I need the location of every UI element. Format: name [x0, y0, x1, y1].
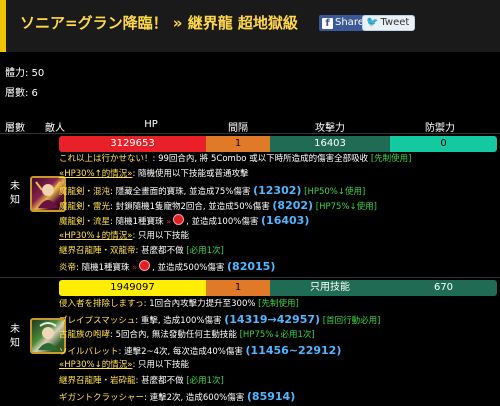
skill-text: : 99回合內, 將 5Combo 或以下時所造成的傷害全部吸收 — [152, 154, 371, 164]
skill-text: ギガントクラッシャー — [59, 392, 145, 403]
skill-line: ブレイブスマッシュ: 重擊, 造成100%傷害 (14319→42957) [首… — [59, 313, 380, 326]
enemy1-floor: 未 知 — [10, 181, 20, 206]
skill-text: : 5回合內, 無法發動任何主動技能 — [110, 329, 240, 340]
skill-text: , 並造成100%傷害 — [186, 217, 262, 228]
convert-arrow-icon: » — [132, 263, 138, 273]
skill-text: : 隨機1種寶珠 — [76, 263, 133, 274]
enemy2-hp: 1949097 — [59, 280, 206, 296]
skill-line: 侵入者を排除しますっ: 1回合內攻擊力提升至300% [先制使用] — [59, 298, 299, 311]
header-turn: 間隔 — [228, 123, 248, 134]
skill-text: : 重擊, 造成100%傷害 — [135, 316, 225, 327]
condition-tag: [必用1次] — [186, 375, 224, 386]
condition-tag: [必用1次] — [186, 245, 224, 256]
skill-line: 継界召龍陣・岩砕龍: 甚麼都不做 [必用1次] — [59, 375, 224, 388]
skill-text: : 只用以下技能 — [132, 230, 190, 241]
header-atk: 攻擊力 — [315, 123, 345, 134]
enemy2-atk: 只用技能 — [270, 280, 390, 296]
skill-text: : 連擊2次, 造成600%傷害 — [144, 392, 247, 403]
skill-text: «HP30%↓的情況» — [59, 360, 133, 371]
enemy2-floor: 未 知 — [10, 324, 20, 349]
skill-text: 魔龍剣・流星 — [59, 217, 111, 228]
enemy1-stats-bar: 3129653 1 16403 0 — [59, 136, 497, 152]
skill-text: : 隨機使用以下技能或普通攻擊 — [132, 169, 249, 180]
stamina-text: 體力: 50 — [5, 68, 45, 79]
skill-text: : 甚麼都不做 — [135, 245, 187, 256]
divider — [0, 133, 500, 134]
skill-line: «HP30%↓的情況»: 只用以下技能 — [59, 359, 189, 372]
skill-text: : 隨機1種寶珠 — [110, 217, 167, 228]
skill-text: ブレイブスマッシュ — [59, 316, 136, 327]
damage-value: (85914) — [246, 389, 296, 403]
condition-tag: [HP50%↓使用] — [301, 186, 366, 197]
skill-text: 古龍族の咆哮 — [59, 329, 111, 340]
skill-text: これ以上は行かせない！ — [59, 154, 153, 164]
tweet-button[interactable]: 🐦 Tweet — [362, 15, 416, 31]
damage-value: (12302) — [253, 183, 302, 197]
condition-tag: [HP75%↓必用1次] — [239, 329, 315, 340]
skill-line: 魔龍剣・雷光: 封鎖隨機1隻寵物2回合, 並造成50%傷害 (8202) [HP… — [59, 199, 377, 212]
condition-tag: [先制使用] — [258, 299, 299, 309]
damage-value: (16403) — [261, 214, 310, 228]
skill-text: ソイルバレット — [59, 346, 119, 357]
twitter-bird-icon: 🐦 — [366, 17, 379, 28]
skill-line: これ以上は行かせない！: 99回合內, 將 5Combo 或以下時所造成的傷害全… — [59, 153, 411, 166]
skill-line: 継界召龍陣・双龍帝: 甚麼都不做 [必用1次] — [59, 245, 224, 258]
facebook-share-button[interactable]: f Share — [319, 15, 368, 31]
condition-tag: [首回行動必用] — [320, 316, 381, 327]
damage-value: (11456~22912) — [245, 343, 342, 357]
skill-text: : 隱藏全畫面的寶珠, 並造成75%傷害 — [110, 186, 254, 197]
skill-line: 魔龍剣・流星: 隨機1種寶珠 » , 並造成100%傷害 (16403) — [59, 214, 309, 227]
skill-line: «HP30%↓的情況»: 只用以下技能 — [59, 230, 189, 243]
damage-value: (82015) — [227, 260, 276, 274]
header-enemy: 敵人 — [45, 123, 65, 134]
damage-value: (8202) — [272, 198, 314, 212]
damage-value: (14319→42957) — [224, 313, 321, 327]
skill-line: 古龍族の咆哮: 5回合內, 無法發動任何主動技能 [HP75%↓必用1次] — [59, 329, 315, 342]
page-title: ソニア=グラン降臨！ » 継界龍 超地獄級 — [20, 14, 298, 32]
skill-text: 魔龍剣・雷光 — [59, 201, 111, 212]
title-bar: ソニア=グラン降臨！ » 継界龍 超地獄級 f Share 🐦 Tweet — [0, 0, 500, 52]
skill-text: , 並造成500%傷害 — [152, 263, 228, 274]
enemy1-hp: 3129653 — [59, 136, 206, 152]
condition-tag: [HP75%↓使用] — [313, 201, 377, 212]
skill-text: 魔龍剣・混沌 — [59, 186, 111, 197]
skill-text: «HP30%↑的情況» — [59, 169, 133, 180]
skill-text: : 甚麼都不做 — [135, 375, 187, 386]
enemy2-def: 670 — [390, 280, 497, 296]
skill-text: 侵入者を排除しますっ — [59, 299, 144, 309]
skill-text: : 1回合內攻擊力提升至300% — [143, 299, 259, 309]
divider — [0, 277, 500, 278]
fire-orb-icon — [173, 214, 185, 226]
floor-count-text: 層數: 6 — [5, 88, 38, 99]
skill-text: 継界召龍陣・双龍帝 — [59, 245, 136, 256]
enemy2-turn: 1 — [206, 280, 270, 296]
tweet-label: Tweet — [380, 17, 410, 28]
header-floor: 層數 — [5, 123, 25, 134]
skill-text: «HP30%↓的情況» — [59, 230, 133, 241]
skill-line: ギガントクラッシャー: 連擊2次, 造成600%傷害 (85914) — [59, 390, 295, 403]
skill-line: 炎帝: 隨機1種寶珠 » , 並造成500%傷害 (82015) — [59, 260, 275, 273]
facebook-share-label: Share — [335, 17, 364, 28]
skill-text: : 連擊2~4次, 每次造成40%傷害 — [118, 346, 246, 357]
fire-orb-icon — [139, 260, 151, 272]
convert-arrow-icon: » — [166, 217, 172, 227]
skill-text: : 只用以下技能 — [132, 360, 190, 371]
enemy1-atk: 16403 — [270, 136, 390, 152]
skill-text: 炎帝 — [59, 263, 77, 274]
skill-text: 継界召龍陣・岩砕龍 — [59, 375, 136, 386]
skill-line: ソイルバレット: 連擊2~4次, 每次造成40%傷害 (11456~22912) — [59, 344, 341, 357]
skill-line: «HP30%↑的情況»: 隨機使用以下技能或普通攻擊 — [59, 168, 249, 181]
header-def: 防禦力 — [425, 123, 455, 134]
enemy1-def: 0 — [390, 136, 497, 152]
enemy1-turn: 1 — [206, 136, 270, 152]
header-hp: HP — [144, 119, 158, 130]
facebook-icon: f — [322, 17, 333, 29]
skill-text: : 封鎖隨機1隻寵物2回合, 並造成50%傷害 — [110, 201, 273, 212]
skill-line: 魔龍剣・混沌: 隱藏全畫面的寶珠, 並造成75%傷害 (12302) [HP50… — [59, 184, 365, 197]
condition-tag: [先制使用] — [370, 154, 412, 164]
enemy2-stats-bar: 1949097 1 只用技能 670 — [59, 280, 497, 296]
